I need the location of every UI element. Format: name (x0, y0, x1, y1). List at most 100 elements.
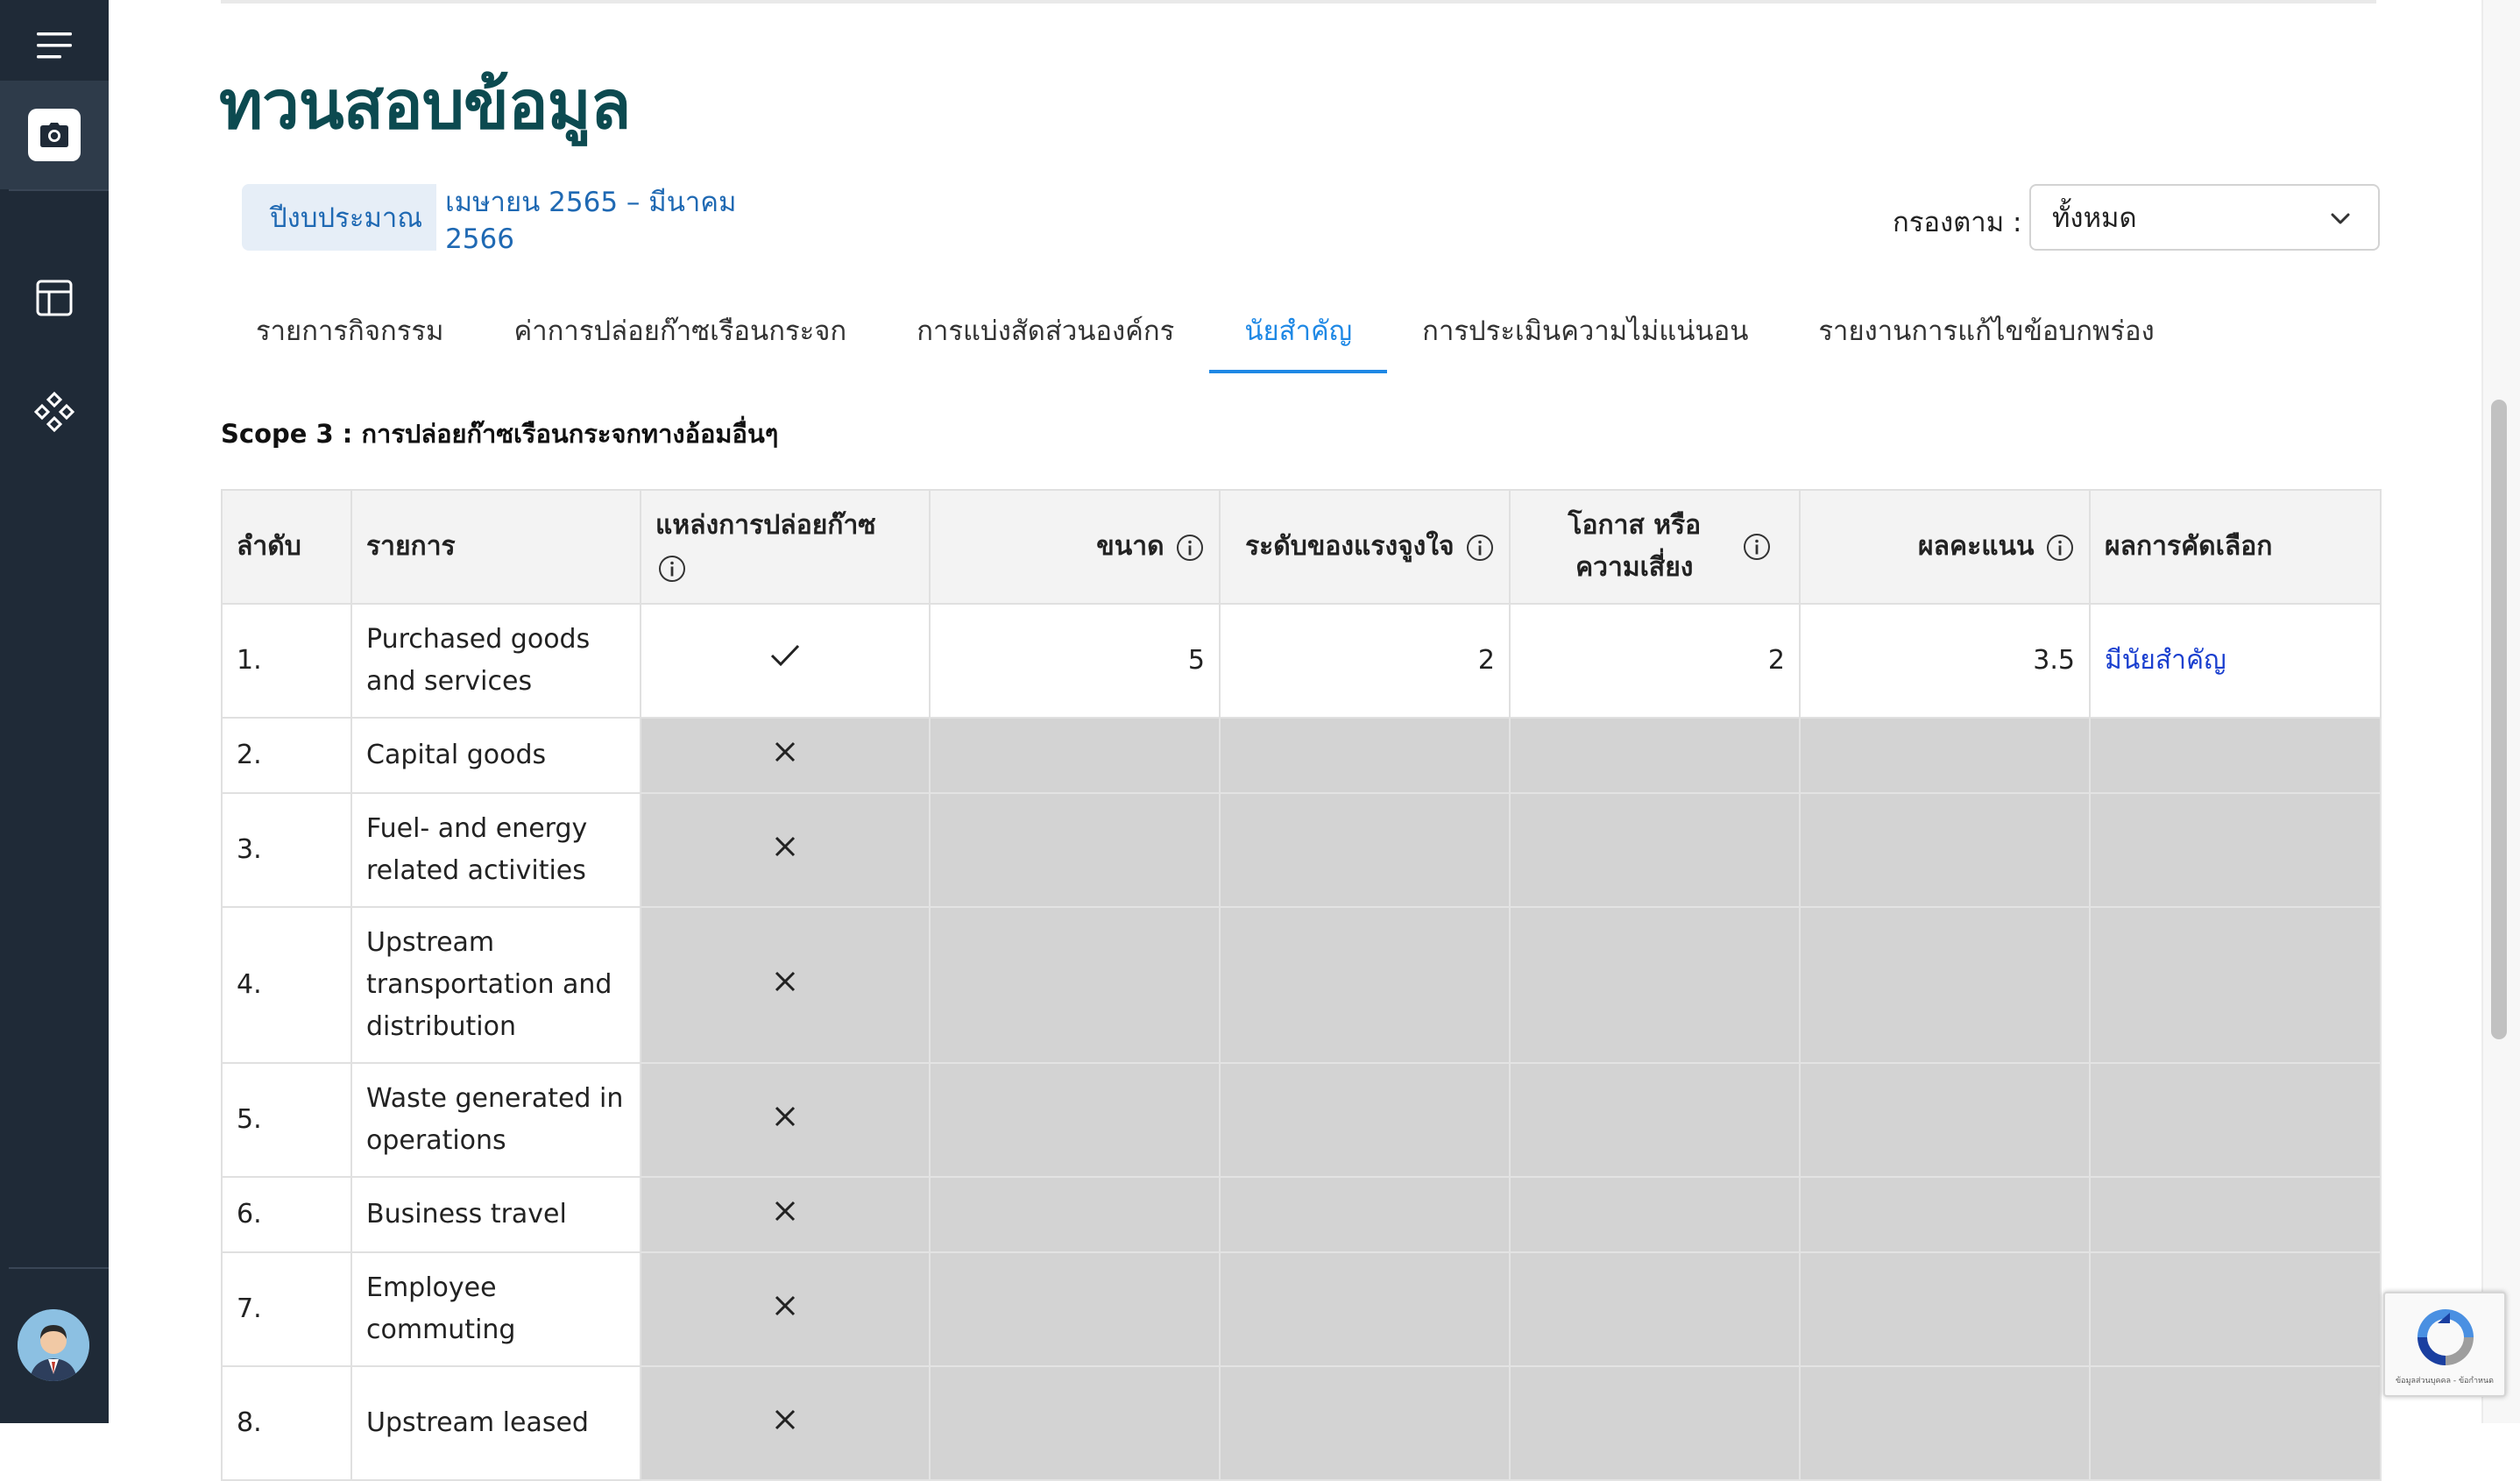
info-icon[interactable] (657, 554, 687, 584)
cell-opportunity (1509, 1251, 1801, 1367)
header-size: ขนาด (929, 489, 1221, 605)
cell-source[interactable] (640, 1176, 931, 1253)
budget-year-label: ปีงบประมาณ (270, 202, 423, 234)
table-row: 3. Fuel- and energy related activities (221, 792, 2382, 908)
close-icon (775, 836, 796, 857)
tab-emission-factors[interactable]: ค่าการปล่อยก๊าซเรือนกระจก (479, 298, 882, 373)
cell-motivation (1219, 792, 1511, 908)
cell-source[interactable] (640, 603, 931, 719)
sidebar-item-verify[interactable] (0, 81, 109, 189)
cell-result (2089, 906, 2382, 1064)
tab-organization-allocation[interactable]: การแบ่งสัดส่วนองค์กร (881, 298, 1209, 373)
cell-no: 8. (221, 1365, 352, 1481)
camera-icon (40, 123, 68, 147)
check-icon (770, 644, 800, 667)
tab-corrective-report[interactable]: รายงานการแก้ไขข้อบกพร่อง (1783, 298, 2189, 373)
cell-source[interactable] (640, 1365, 931, 1481)
components-icon (33, 391, 75, 433)
cell-no: 2. (221, 717, 352, 794)
header-opportunity-label: โอกาส หรือความเสี่ยง (1568, 510, 1702, 583)
sidebar-item-dashboard[interactable] (0, 256, 109, 340)
cell-score (1799, 717, 2091, 794)
chevron-down-icon (2331, 213, 2350, 224)
sidebar (0, 0, 109, 1423)
cell-item: Employee commuting (350, 1251, 641, 1367)
cell-source[interactable] (640, 906, 931, 1064)
cell-opportunity (1509, 1062, 1801, 1178)
camera-icon-box (28, 109, 81, 161)
tab-uncertainty-assessment[interactable]: การประเมินความไม่แน่นอน (1387, 298, 1783, 373)
table-row: 1. Purchased goods and services 5 2 2 3.… (221, 603, 2382, 719)
cell-item: Waste generated in operations (350, 1062, 641, 1178)
cell-source[interactable] (640, 717, 931, 794)
header-result: ผลการคัดเลือก (2089, 489, 2382, 605)
table-row: 5. Waste generated in operations (221, 1062, 2382, 1178)
cell-item: Business travel (350, 1176, 641, 1253)
cell-item: Fuel- and energy related activities (350, 792, 641, 908)
close-icon (775, 1295, 796, 1316)
avatar-icon (18, 1309, 89, 1381)
cell-result (2089, 717, 2382, 794)
table-row: 7. Employee commuting (221, 1251, 2382, 1367)
cell-result (2089, 1176, 2382, 1253)
cell-size (929, 906, 1221, 1064)
filter-select[interactable]: ทั้งหมด (2029, 184, 2380, 251)
header-score-label: ผลคะแนน (1918, 531, 2035, 562)
section-title: Scope 3 : การปล่อยก๊าซเรือนกระจกทางอ้อมอ… (221, 419, 779, 449)
cell-no: 5. (221, 1062, 352, 1178)
cell-score (1799, 1251, 2091, 1367)
cell-score (1799, 906, 2091, 1064)
table-row: 2. Capital goods (221, 717, 2382, 794)
header-score: ผลคะแนน (1799, 489, 2091, 605)
close-icon (775, 1201, 796, 1222)
cell-no: 4. (221, 906, 352, 1064)
close-icon (775, 1106, 796, 1127)
recaptcha-badge[interactable]: ข้อมูลส่วนบุคคล - ข้อกำหนด (2383, 1292, 2506, 1397)
cell-size (929, 792, 1221, 908)
close-icon (775, 971, 796, 992)
recaptcha-icon (2417, 1309, 2474, 1365)
cell-item: Upstream transportation and distribution (350, 906, 641, 1064)
info-icon[interactable] (1175, 533, 1205, 563)
filter-label: กรองตาม : (1893, 207, 2022, 238)
cell-score (1799, 1062, 2091, 1178)
info-icon[interactable] (2045, 533, 2075, 563)
sidebar-item-components[interactable] (0, 370, 109, 454)
cell-opportunity (1509, 1365, 1801, 1481)
cell-motivation (1219, 1062, 1511, 1178)
sidebar-divider (9, 189, 109, 191)
info-icon[interactable] (1465, 533, 1495, 563)
cell-item: Upstream leased (350, 1365, 641, 1481)
cell-item: Capital goods (350, 717, 641, 794)
header-rule (221, 0, 2376, 4)
tab-activities[interactable]: รายการกิจกรรม (221, 298, 479, 373)
cell-size (929, 1176, 1221, 1253)
cell-score (1799, 1176, 2091, 1253)
cell-opportunity (1509, 906, 1801, 1064)
cell-result (2089, 792, 2382, 908)
tab-significance[interactable]: นัยสำคัญ (1209, 298, 1388, 373)
user-avatar[interactable] (18, 1309, 89, 1381)
menu-button[interactable] (0, 4, 109, 88)
cell-opportunity (1509, 1176, 1801, 1253)
cell-result (2089, 1062, 2382, 1178)
table-row: 4. Upstream transportation and distribut… (221, 906, 2382, 1064)
close-icon (775, 1409, 796, 1430)
sidebar-divider-bottom (9, 1267, 109, 1269)
scrollbar-thumb[interactable] (2491, 400, 2507, 1039)
cell-source[interactable] (640, 792, 931, 908)
layout-table-icon (36, 280, 73, 316)
cell-motivation (1219, 1365, 1511, 1481)
info-icon[interactable] (1742, 532, 1772, 562)
cell-motivation (1219, 1251, 1511, 1367)
cell-no: 7. (221, 1251, 352, 1367)
header-opportunity: โอกาส หรือความเสี่ยง (1509, 489, 1801, 605)
close-icon (775, 741, 796, 762)
cell-score (1799, 1365, 2091, 1481)
cell-no: 1. (221, 603, 352, 719)
cell-size (929, 1062, 1221, 1178)
cell-opportunity (1509, 792, 1801, 908)
cell-source[interactable] (640, 1062, 931, 1178)
cell-score (1799, 792, 2091, 908)
cell-source[interactable] (640, 1251, 931, 1367)
